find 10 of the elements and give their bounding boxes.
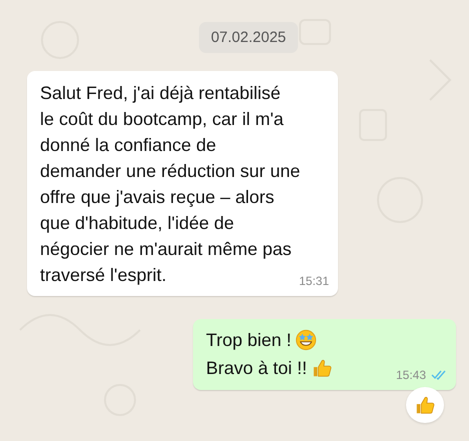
message-text: Trop bien ! <box>206 329 292 352</box>
message-time: 15:43 <box>396 368 426 382</box>
reaction-bubble[interactable] <box>406 387 444 423</box>
star-eyes-face-icon <box>295 329 318 351</box>
message-text: Bravo à toi !! <box>206 357 308 380</box>
thumbs-up-icon <box>311 357 334 379</box>
message-time: 15:31 <box>298 274 329 288</box>
date-chip: 07.02.2025 <box>198 22 298 53</box>
message-text: Salut Fred, j'ai déjà rentabilisé le coût du bootcamp, car il m'a donné la confiance de demander une réduction sur une offre que j'avais reçue – alors que d'habitude, l'idée de négocier ne m'aurait même pas traversé l'esprit. <box>40 82 300 285</box>
thumbs-up-icon <box>414 394 436 416</box>
